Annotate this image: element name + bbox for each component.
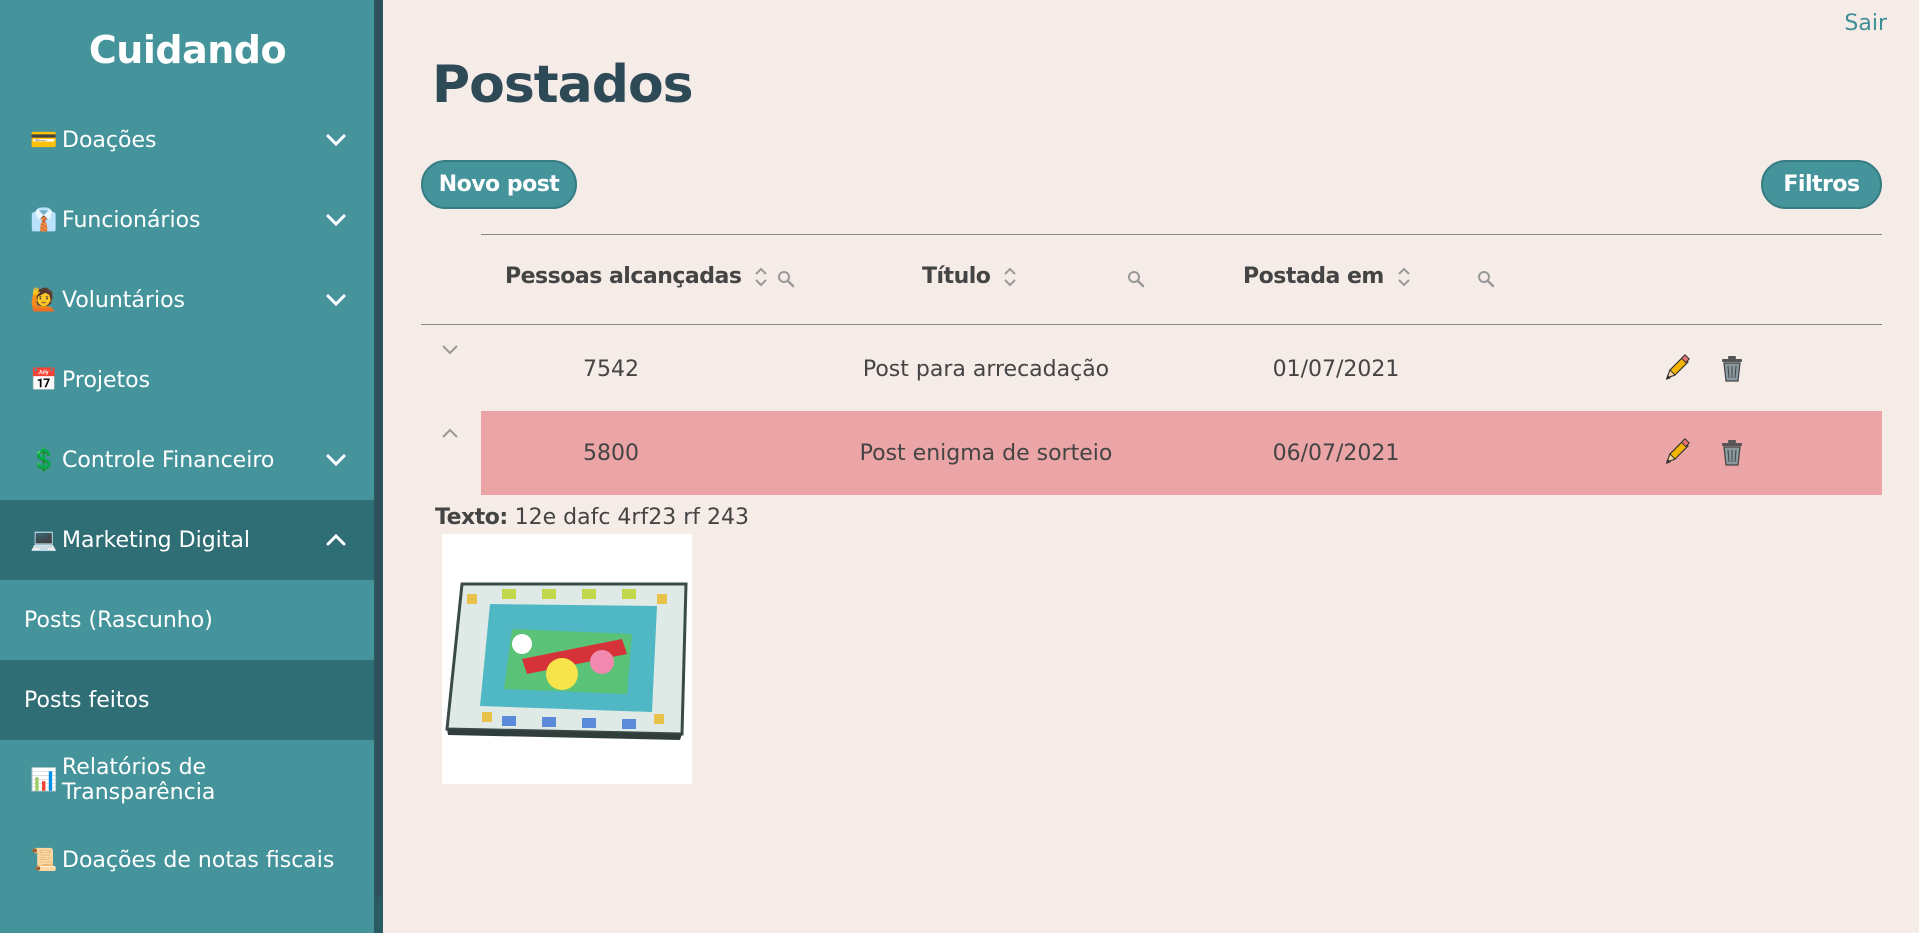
- sidebar-subitem-posts-feitos[interactable]: Posts feitos: [0, 660, 383, 740]
- column-header-label: Pessoas alcançadas: [505, 264, 742, 289]
- sidebar-item-controle-financeiro[interactable]: 💲 Controle Financeiro: [0, 420, 383, 500]
- cell-date: 01/07/2021: [1272, 356, 1400, 382]
- cell-title: Post para arrecadação: [862, 356, 1110, 382]
- cell-reach: 5800: [583, 440, 639, 466]
- filters-button[interactable]: Filtros: [1761, 160, 1882, 209]
- sidebar-item-label: Projetos: [62, 367, 151, 393]
- sort-icon[interactable]: [1002, 265, 1018, 289]
- laptop-icon: 💻: [30, 527, 58, 553]
- cell-reach: 7542: [583, 356, 639, 382]
- scroll-icon: 📜: [30, 847, 58, 873]
- sort-icon[interactable]: [753, 265, 769, 289]
- pencil-icon[interactable]: [1661, 438, 1691, 468]
- sidebar-item-label: Funcionários: [62, 207, 201, 233]
- column-header-date[interactable]: Postada em: [1243, 264, 1412, 289]
- bar-chart-icon: 📊: [30, 767, 58, 793]
- search-icon[interactable]: [777, 270, 795, 288]
- sidebar-item-marketing-digital[interactable]: 💻 Marketing Digital: [0, 500, 383, 580]
- table-row[interactable]: 7542 Post para arrecadação 01/07/2021: [481, 327, 1882, 411]
- sidebar-item-relatorios[interactable]: 📊 Relatórios de Transparência: [0, 740, 383, 820]
- table-divider-top: [481, 234, 1882, 235]
- chevron-down-icon[interactable]: [325, 129, 347, 151]
- sidebar-scrollbar-thumb[interactable]: [375, 0, 382, 897]
- sidebar-item-label: Voluntários: [62, 287, 185, 313]
- chevron-up-icon[interactable]: [438, 421, 462, 445]
- table-divider-header: [421, 324, 1882, 325]
- sidebar-item-doacoes[interactable]: 💳 Doações: [0, 100, 383, 180]
- cell-date: 06/07/2021: [1272, 440, 1400, 466]
- sidebar-item-label: Relatórios de Transparência: [62, 755, 216, 805]
- new-post-button[interactable]: Novo post: [421, 160, 577, 209]
- sidebar: Cuidando 💳 Doações 👔 Funcionários 🙋 Volu…: [0, 0, 383, 933]
- sidebar-item-label: Doações de notas fiscais: [62, 847, 335, 873]
- sidebar-item-projetos[interactable]: 📅 Projetos: [0, 340, 383, 420]
- sidebar-item-notas-fiscais[interactable]: 📜 Doações de notas fiscais: [0, 820, 383, 900]
- brand-logo[interactable]: Cuidando: [0, 0, 383, 100]
- sidebar-item-label: Controle Financeiro: [62, 447, 275, 473]
- column-header-title[interactable]: Título: [922, 264, 1018, 289]
- post-detail-value: 12e dafc 4rf23 rf 243: [514, 505, 749, 530]
- raising-hand-icon: 🙋: [30, 287, 58, 313]
- chevron-down-icon[interactable]: [325, 289, 347, 311]
- credit-card-icon: 💳: [30, 127, 58, 153]
- page-title: Postados: [432, 55, 694, 115]
- column-header-label: Título: [922, 264, 991, 289]
- sidebar-item-funcionarios[interactable]: 👔 Funcionários: [0, 180, 383, 260]
- sidebar-scrollbar[interactable]: [374, 0, 383, 933]
- sidebar-item-label: Marketing Digital: [62, 527, 250, 553]
- chevron-down-icon[interactable]: [325, 449, 347, 471]
- sort-icon[interactable]: [1396, 265, 1412, 289]
- cell-title: Post enigma de sorteio: [859, 440, 1113, 466]
- search-icon[interactable]: [1477, 270, 1495, 288]
- search-icon[interactable]: [1127, 270, 1145, 288]
- trash-icon[interactable]: [1717, 354, 1747, 384]
- pencil-icon[interactable]: [1661, 354, 1691, 384]
- sidebar-subitem-posts-rascunho[interactable]: Posts (Rascunho): [0, 580, 383, 660]
- dollar-icon: 💲: [30, 447, 58, 473]
- post-detail-text: Texto: 12e dafc 4rf23 rf 243: [435, 505, 749, 530]
- calendar-icon: 📅: [30, 367, 58, 393]
- necktie-icon: 👔: [30, 207, 58, 233]
- column-header-reach[interactable]: Pessoas alcançadas: [505, 264, 769, 289]
- sidebar-item-label: Doações: [62, 127, 157, 153]
- column-header-label: Postada em: [1243, 264, 1384, 289]
- chevron-down-icon[interactable]: [325, 209, 347, 231]
- logout-link[interactable]: Sair: [1844, 11, 1887, 36]
- board-game-image: [445, 582, 688, 740]
- trash-icon[interactable]: [1717, 438, 1747, 468]
- chevron-up-icon[interactable]: [325, 529, 347, 551]
- sidebar-item-voluntarios[interactable]: 🙋 Voluntários: [0, 260, 383, 340]
- table-row[interactable]: 5800 Post enigma de sorteio 06/07/2021: [481, 411, 1882, 495]
- post-image: [442, 534, 692, 784]
- chevron-down-icon[interactable]: [438, 337, 462, 361]
- post-detail-label: Texto:: [435, 505, 508, 530]
